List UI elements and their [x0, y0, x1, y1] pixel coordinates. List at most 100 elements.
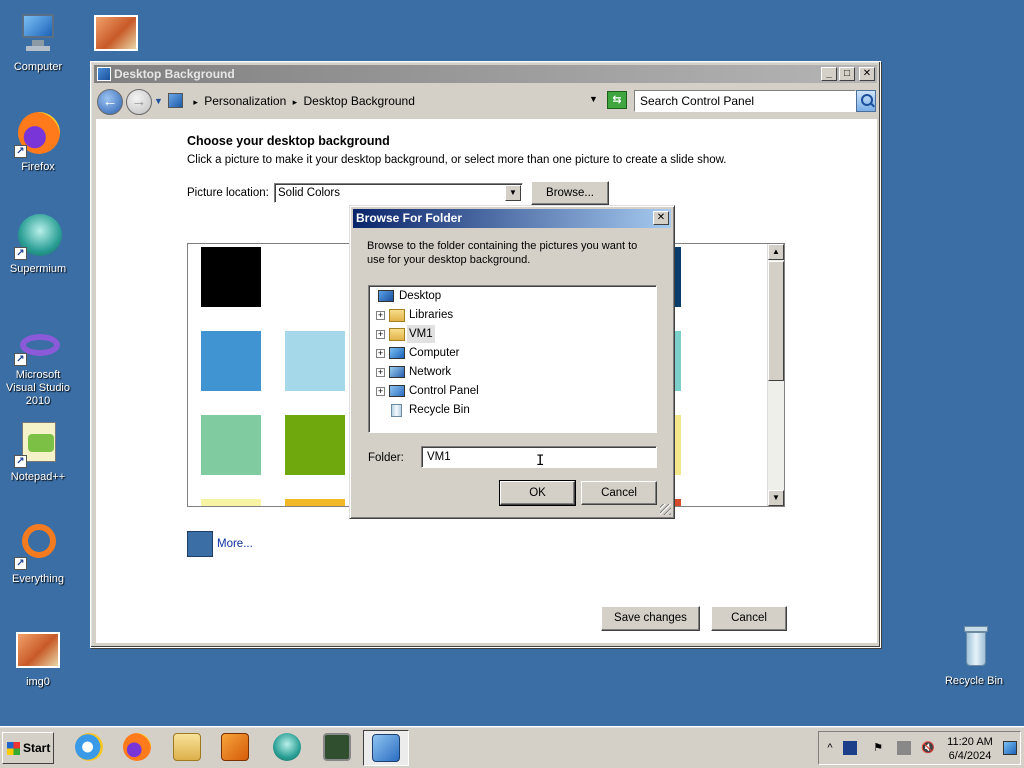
window-title: Desktop Background [114, 67, 235, 81]
back-button[interactable]: ← [97, 89, 123, 115]
internet-explorer-icon [75, 733, 103, 761]
action-center-flag-icon[interactable]: ⚑ [871, 741, 885, 755]
desktop-icon-visual-studio[interactable]: ↗ Microsoft Visual Studio 2010 [0, 328, 76, 408]
desktop-icon-img0[interactable]: img0 [0, 632, 76, 689]
tree-item-label: Computer [409, 347, 460, 359]
network-icon [389, 366, 405, 378]
desktop-icon-label: Microsoft Visual Studio 2010 [5, 369, 70, 407]
color-swatch-mint[interactable] [201, 415, 261, 475]
tree-item-label: Network [409, 366, 452, 378]
tree-item-label: Control Panel [409, 385, 479, 397]
maximize-button[interactable]: □ [839, 67, 855, 81]
color-swatch-pale-yellow[interactable] [201, 499, 261, 506]
task-manager-icon [323, 733, 351, 761]
save-changes-button[interactable]: Save changes [601, 606, 700, 631]
shortcut-arrow-icon: ↗ [14, 353, 27, 366]
dialog-cancel-button[interactable]: Cancel [581, 481, 657, 505]
picture-list-scrollbar[interactable]: ▲ ▼ [767, 244, 784, 506]
taskbar-app-supermium[interactable] [264, 730, 310, 766]
recycle-bin-icon [950, 624, 998, 672]
breadcrumb-desktop-background[interactable]: Desktop Background [304, 94, 415, 108]
close-button[interactable]: ✕ [859, 67, 875, 81]
expand-icon[interactable]: + [376, 368, 385, 377]
desktop-icon-img0-top[interactable] [78, 15, 154, 54]
forward-button[interactable]: → [126, 89, 152, 115]
file-explorer-icon [173, 733, 201, 761]
desktop-icon-supermium[interactable]: ↗ Supermium [0, 212, 76, 276]
tree-item-label: Libraries [409, 309, 454, 321]
desktop-icon-recycle-bin[interactable]: Recycle Bin [936, 624, 1012, 688]
search-input[interactable]: Search Control Panel [634, 90, 856, 112]
more-colors-link[interactable]: More... [217, 538, 253, 550]
desktop-icon-computer[interactable]: Computer [0, 10, 76, 74]
breadcrumb[interactable]: ▸ Personalization ▸ Desktop Background [168, 89, 598, 113]
desktop-icon-notepadpp[interactable]: ↗ Notepad++ [0, 420, 76, 484]
expand-icon[interactable]: + [376, 330, 385, 339]
color-swatch-orange[interactable] [285, 499, 345, 506]
window-titlebar[interactable]: Desktop Background _ □ ✕ [94, 65, 877, 83]
windows-logo-icon [7, 742, 20, 755]
recent-pages-dropdown[interactable]: ▼ [154, 96, 163, 106]
expand-icon[interactable]: + [376, 311, 385, 320]
dialog-close-button[interactable]: ✕ [653, 211, 669, 225]
desktop-icon-firefox[interactable]: ↗ Firefox [0, 110, 76, 174]
dialog-titlebar[interactable]: Browse For Folder ✕ [353, 209, 671, 228]
notepadpp-icon: ↗ [14, 420, 62, 468]
folder-tree[interactable]: Desktop + Libraries + VM1 + Computer + N… [368, 285, 657, 433]
resize-grip-icon[interactable] [660, 504, 671, 515]
desktop-icon-everything[interactable]: ↗ Everything [0, 522, 76, 586]
color-swatch-light-blue[interactable] [285, 331, 345, 391]
start-button[interactable]: Start [2, 732, 54, 764]
ok-button[interactable]: OK [499, 480, 576, 506]
image-thumbnail-icon [16, 632, 60, 668]
expand-icon[interactable]: + [376, 349, 385, 358]
taskbar-app-firefox[interactable] [114, 730, 160, 766]
scroll-thumb[interactable] [768, 261, 784, 381]
control-panel-icon [97, 67, 111, 81]
taskbar-app-internet-explorer[interactable] [66, 730, 112, 766]
taskbar-app-media-player[interactable] [212, 730, 258, 766]
color-swatch-black[interactable] [201, 247, 261, 307]
clock[interactable]: 11:20 AM 6/4/2024 [941, 735, 999, 763]
scroll-up-icon[interactable]: ▲ [768, 244, 784, 260]
minimize-button[interactable]: _ [821, 67, 837, 81]
search-icon[interactable] [856, 90, 876, 112]
taskbar-app-file-explorer[interactable] [164, 730, 210, 766]
chevron-down-icon[interactable]: ▼ [505, 185, 521, 201]
color-swatch-green[interactable] [285, 415, 345, 475]
taskbar-app-control-panel[interactable] [363, 730, 409, 766]
cancel-button[interactable]: Cancel [711, 606, 787, 631]
browse-for-folder-dialog: Browse For Folder ✕ Browse to the folder… [349, 205, 675, 519]
everything-icon: ↗ [14, 522, 62, 570]
breadcrumb-arrow-icon: ▸ [292, 97, 298, 107]
color-swatch-blue[interactable] [201, 331, 261, 391]
computer-icon [389, 347, 405, 359]
taskbar-app-task-manager[interactable] [314, 730, 360, 766]
libraries-icon [389, 309, 405, 322]
shortcut-arrow-icon: ↗ [14, 455, 27, 468]
show-desktop-icon[interactable] [1003, 741, 1017, 755]
start-label: Start [23, 741, 51, 755]
address-dropdown-icon[interactable]: ▼ [589, 94, 598, 104]
scroll-down-icon[interactable]: ▼ [768, 490, 784, 506]
desktop-icon-label: Computer [13, 61, 63, 73]
show-hidden-icons-button[interactable]: ^ [823, 741, 837, 755]
image-thumbnail-icon [94, 15, 138, 51]
browse-button[interactable]: Browse... [531, 181, 609, 205]
tray-app-icon[interactable] [843, 741, 857, 755]
desktop-icon-label: img0 [26, 676, 50, 688]
network-tray-icon[interactable] [897, 741, 911, 755]
volume-muted-icon[interactable]: 🔇 [921, 741, 935, 755]
more-color-swatch[interactable] [187, 531, 213, 557]
shortcut-arrow-icon: ↗ [14, 557, 27, 570]
picture-location-select[interactable]: Solid Colors ▼ [274, 183, 523, 203]
address-bar: ← → ▼ ▸ Personalization ▸ Desktop Backgr… [94, 85, 877, 117]
firefox-icon [123, 733, 151, 761]
control-panel-icon [389, 385, 405, 397]
refresh-button[interactable]: ⇆ [607, 91, 627, 109]
page-description: Click a picture to make it your desktop … [187, 154, 727, 166]
breadcrumb-personalization[interactable]: Personalization [204, 94, 286, 108]
taskbar: Start ^ ⚑ 🔇 11:20 AM 6/4/2024 [0, 726, 1024, 768]
expand-icon[interactable]: + [376, 387, 385, 396]
text-cursor-icon: I [536, 453, 545, 469]
